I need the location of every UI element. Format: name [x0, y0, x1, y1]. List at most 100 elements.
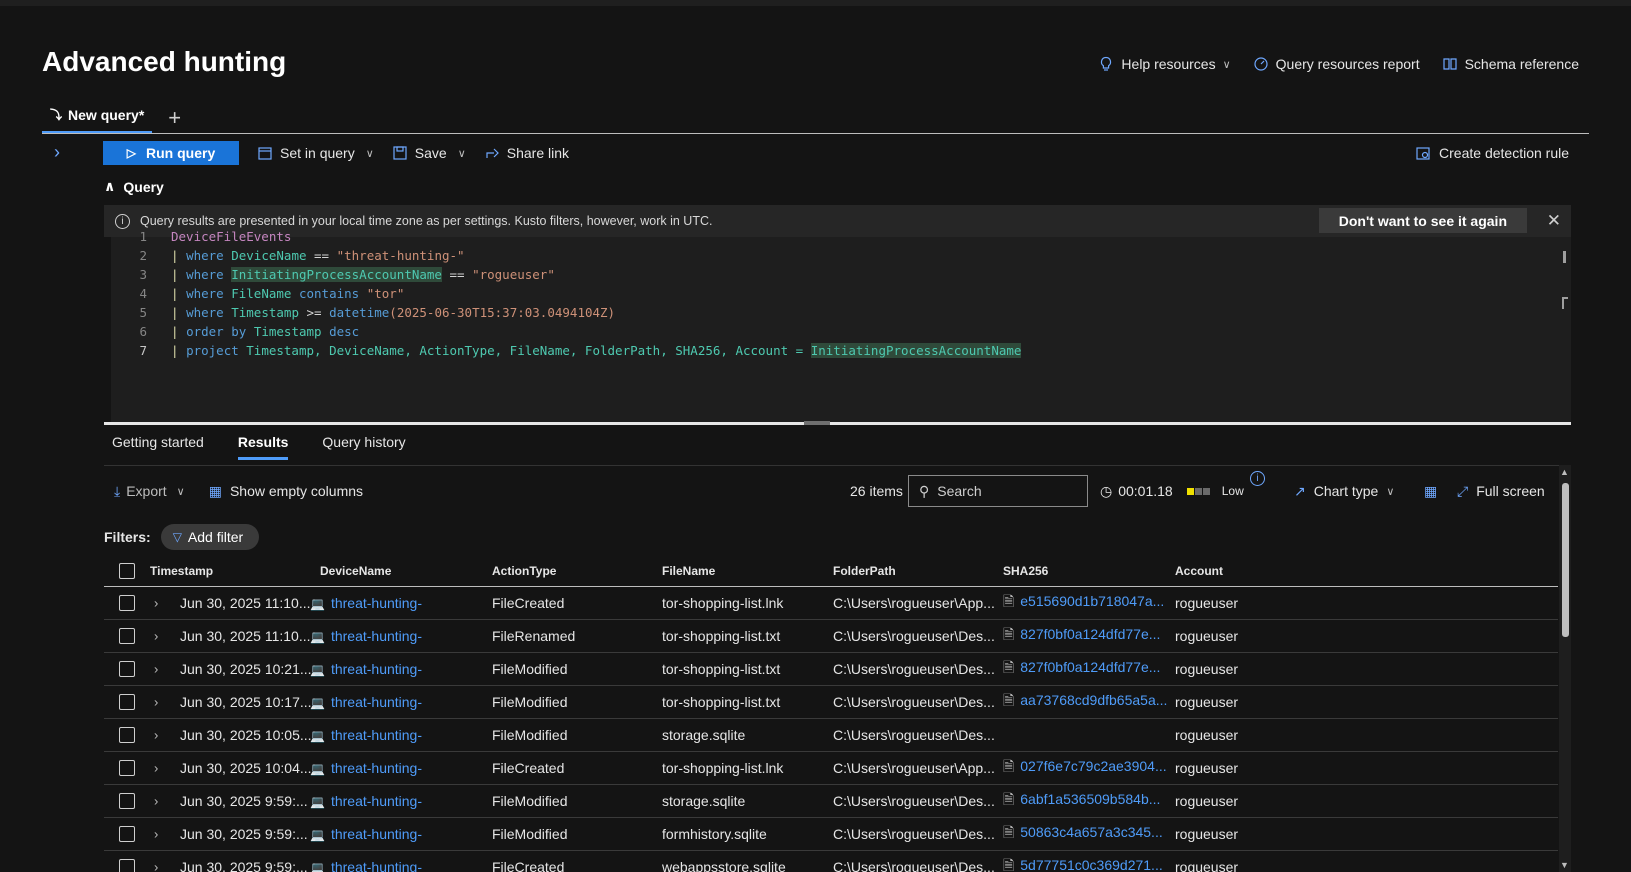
add-filter-button[interactable]: ▽ Add filter [160, 524, 260, 550]
device-link[interactable]: threat-hunting- [331, 859, 422, 872]
cell-file-name: tor-shopping-list.txt [662, 628, 781, 644]
expand-row-chevron-icon[interactable]: › [154, 860, 158, 872]
file-icon: 🗎 [1003, 593, 1015, 609]
sha256-link[interactable]: e515690d1b718047a... [1020, 593, 1164, 609]
sha256-link[interactable]: 50863c4a657a3c345... [1020, 824, 1162, 840]
table-row[interactable]: › Jun 30, 2025 9:59:... 💻 threat-hunting-… [104, 850, 1558, 872]
share-link-button[interactable]: Share link [484, 145, 569, 161]
row-checkbox[interactable] [119, 727, 135, 743]
close-icon[interactable]: ✕ [1547, 211, 1561, 231]
editor-results-splitter[interactable] [104, 421, 1571, 425]
expand-row-chevron-icon[interactable]: › [154, 827, 158, 842]
query-tabs: ⤵ New query* + [42, 102, 181, 134]
table-row[interactable]: › Jun 30, 2025 9:59:... 💻 threat-hunting-… [104, 817, 1558, 850]
expand-schema-chevron-icon[interactable]: › [54, 142, 60, 163]
header-sha256[interactable]: SHA256 [1003, 564, 1048, 578]
device-link[interactable]: threat-hunting- [331, 727, 422, 743]
scroll-up-icon[interactable]: ▲ [1560, 467, 1569, 477]
sha256-link[interactable]: 827f0bf0a124dfd77e... [1020, 626, 1160, 642]
results-divider [104, 465, 1571, 466]
expand-row-chevron-icon[interactable]: › [154, 761, 158, 776]
expand-row-chevron-icon[interactable]: › [154, 596, 158, 611]
row-checkbox[interactable] [119, 859, 135, 872]
header-file-name[interactable]: FileName [662, 564, 715, 578]
info-icon[interactable]: i [1250, 471, 1265, 486]
tab-getting-started[interactable]: Getting started [112, 434, 204, 460]
cell-timestamp: Jun 30, 2025 11:10... [180, 595, 311, 611]
table-row[interactable]: › Jun 30, 2025 10:21... 💻 threat-hunting-… [104, 652, 1558, 685]
table-row[interactable]: › Jun 30, 2025 10:04... 💻 threat-hunting-… [104, 751, 1558, 784]
tab-query-history[interactable]: Query history [322, 434, 405, 460]
query-section-toggle[interactable]: ∧ Query [104, 178, 164, 195]
chart-type-button[interactable]: ↗ Chart type ∨ [1294, 483, 1394, 500]
device-link[interactable]: threat-hunting- [331, 628, 422, 644]
table-row[interactable]: › Jun 30, 2025 11:10... 💻 threat-hunting-… [104, 586, 1558, 619]
export-button[interactable]: ⤓ Export ∨ [114, 483, 185, 500]
show-empty-columns-button[interactable]: ▦ Show empty columns [209, 483, 363, 500]
scroll-down-icon[interactable]: ▼ [1560, 860, 1569, 870]
device-link[interactable]: threat-hunting- [331, 595, 422, 611]
expand-row-chevron-icon[interactable]: › [154, 794, 158, 809]
results-scrollbar[interactable]: ▲ ▼ [1559, 465, 1571, 872]
row-checkbox[interactable] [119, 628, 135, 644]
page-title: Advanced hunting [42, 46, 287, 77]
table-row[interactable]: › Jun 30, 2025 9:59:... 💻 threat-hunting-… [104, 784, 1558, 817]
dont-show-again-button[interactable]: Don't want to see it again [1318, 208, 1527, 233]
header-action-type[interactable]: ActionType [492, 564, 556, 578]
search-input[interactable] [937, 483, 1068, 499]
row-checkbox[interactable] [119, 826, 135, 842]
header-device-name[interactable]: DeviceName [320, 564, 391, 578]
full-screen-button[interactable]: ⤢ Full screen [1457, 483, 1545, 500]
row-checkbox[interactable] [119, 760, 135, 776]
code-column: DeviceName [231, 248, 307, 263]
header-timestamp[interactable]: Timestamp [150, 564, 213, 578]
sha256-link[interactable]: 5d77751c0c369d271... [1020, 857, 1162, 872]
device-link[interactable]: threat-hunting- [331, 793, 422, 809]
device-link[interactable]: threat-hunting- [331, 694, 422, 710]
header-account[interactable]: Account [1175, 564, 1223, 578]
results-search-box[interactable]: ⚲ [908, 475, 1088, 507]
query-editor[interactable]: 1 DeviceFileEvents 2 | where DeviceName … [111, 229, 1571, 422]
laptop-icon: 💻 [310, 663, 325, 677]
help-resources-button[interactable]: Help resources ∨ [1098, 56, 1231, 72]
table-row[interactable]: › Jun 30, 2025 10:17... 💻 threat-hunting-… [104, 685, 1558, 718]
resource-usage-indicator [1186, 487, 1210, 495]
customize-columns-icon[interactable]: ▦ [1424, 483, 1437, 500]
device-link[interactable]: threat-hunting- [331, 661, 422, 677]
cell-account: rogueuser [1175, 859, 1239, 872]
expand-row-chevron-icon[interactable]: › [154, 695, 158, 710]
cell-account: rogueuser [1175, 793, 1239, 809]
expand-row-chevron-icon[interactable]: › [154, 629, 158, 644]
create-detection-rule-button[interactable]: Create detection rule [1415, 145, 1569, 161]
header-folder-path[interactable]: FolderPath [833, 564, 896, 578]
sha256-link[interactable]: 827f0bf0a124dfd77e... [1020, 659, 1160, 675]
device-link[interactable]: threat-hunting- [331, 760, 422, 776]
row-checkbox[interactable] [119, 694, 135, 710]
sha256-link[interactable]: aa73768cd9dfb65a5a... [1020, 692, 1167, 708]
sha256-link[interactable]: 6abf1a536509b584b... [1020, 791, 1160, 807]
set-in-query-button[interactable]: Set in query ∨ [257, 145, 374, 161]
code-operator: contains [298, 286, 360, 301]
expand-row-chevron-icon[interactable]: › [154, 662, 158, 677]
tab-new-query[interactable]: ⤵ New query* [42, 102, 153, 134]
add-tab-icon[interactable]: + [168, 107, 181, 129]
row-checkbox[interactable] [119, 661, 135, 677]
sha256-link[interactable]: 027f6e7c79c2ae3904... [1020, 758, 1166, 774]
table-row[interactable]: › Jun 30, 2025 10:05... 💻 threat-hunting-… [104, 718, 1558, 751]
file-icon: 🗎 [1003, 824, 1015, 840]
row-checkbox[interactable] [119, 595, 135, 611]
tab-results[interactable]: Results [237, 434, 289, 460]
save-button[interactable]: Save ∨ [392, 145, 466, 161]
table-row[interactable]: › Jun 30, 2025 11:10... 💻 threat-hunting-… [104, 619, 1558, 652]
run-query-button[interactable]: ▷ Run query [103, 141, 239, 165]
query-resources-report-link[interactable]: Query resources report [1253, 56, 1420, 72]
scrollbar-thumb[interactable] [1562, 483, 1569, 637]
schema-reference-link[interactable]: Schema reference [1442, 56, 1579, 72]
select-all-checkbox[interactable] [119, 563, 135, 579]
expand-row-chevron-icon[interactable]: › [154, 728, 158, 743]
cell-file-name: tor-shopping-list.txt [662, 694, 781, 710]
row-checkbox[interactable] [119, 793, 135, 809]
device-link[interactable]: threat-hunting- [331, 826, 422, 842]
show-empty-columns-label: Show empty columns [229, 483, 364, 499]
splitter-grip[interactable] [804, 421, 830, 425]
